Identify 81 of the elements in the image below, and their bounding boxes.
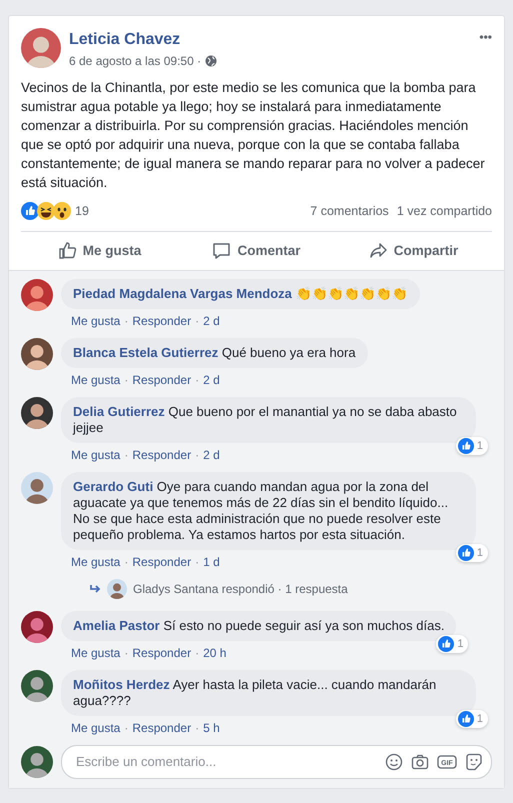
more-options-button[interactable]: ••• [479,28,492,70]
comment-like-link[interactable]: Me gusta [71,312,120,330]
separator: · [195,372,200,389]
comment-reply-link[interactable]: Responder [132,371,192,389]
like-count-badge: 1 [456,544,488,562]
surprised-reaction-icon [53,202,71,220]
avatar [21,746,53,778]
comment-reply-link[interactable]: Responder [132,553,192,571]
comment-reply-link[interactable]: Responder [132,719,192,737]
author-name[interactable]: Leticia Chavez [69,28,472,52]
separator: · [195,645,200,662]
comment-like-link[interactable]: Me gusta [71,719,120,737]
commenter-name[interactable]: Blanca Estela Gutierrez [73,345,218,360]
comment-text: Blanca Estela Gutierrez Qué bueno ya era hora [73,345,356,361]
speech-bubble-icon [212,241,232,260]
thumbs-up-icon [58,241,77,260]
comment-like-link[interactable]: Me gusta [71,446,120,464]
avatar [21,28,61,68]
separator: · [124,720,128,737]
share-arrow-icon [368,241,388,260]
avatar [107,579,127,599]
comment-button[interactable]: Comentar [178,232,335,270]
post-timestamp[interactable]: 6 de agosto a las 09:50 · [69,52,202,70]
comment-field[interactable]: Escribe un comentario... [74,751,385,773]
emoji-icon [385,753,403,771]
comment-time[interactable]: 5 h [203,719,220,737]
post-text: Vecinos de la Chinantla, por este medio se les comunica que la bomba para sumistrar agua potable ya llego; hoy se instalará para inmediatamente comenzar a distribuirla. Por su comprensión gracias. Haciéndoles mención que se optó por adquirir una nueva, porque con la que se contaba fallaba constantemente; de igual manera se mando reparar para no volver a padecer está situación. [20,79,486,192]
like-button[interactable]: Me gusta [21,232,178,270]
comment-time[interactable]: 1 d [203,553,220,571]
like-count-badge: 1 [456,710,488,728]
like-reaction-icon [458,545,474,561]
laughing-reaction-icon [37,202,55,220]
avatar [21,338,53,370]
replies-link[interactable]: Gladys Santana respondió · 1 respuesta [133,580,348,598]
like-reaction-icon [458,438,474,454]
like-reaction-icon [458,711,474,727]
avatar [21,397,53,429]
commenter-name[interactable]: Delia Gutierrez [73,404,165,419]
commenter-name[interactable]: Gerardo Guti [73,479,154,494]
commenter-name[interactable]: Moñitos Herdez [73,677,170,692]
separator: · [195,313,200,330]
reply-arrow-icon [89,584,101,594]
separator: · [124,313,128,330]
commenter-name[interactable]: Amelia Pastor [73,618,160,633]
separator: · [195,720,200,737]
comment-text: Moñitos Herdez Ayer hasta la pileta vacie... cuando mandarán agua???? [73,677,438,709]
comment-text: Gerardo Guti Oye para cuando mandan agua por la zona del aguacate ya que tenemos más de 22 días sin el bendito líquido... No se que hace esta administración que no puede resolver este pequeño problema. Ya estamos hartos por esta situación. [73,479,450,543]
comment-reply-link[interactable]: Responder [132,312,192,330]
commenter-name[interactable]: Piedad Magdalena Vargas Mendoza [73,286,292,301]
comment-text: Amelia Pastor Sí esto no puede seguir así ya son muchos días. [73,618,444,634]
separator: · [124,447,128,464]
like-count-badge: 1 [456,437,488,455]
comments-count[interactable]: 7 comentarios [310,202,389,221]
share-button[interactable]: Compartir [335,232,492,270]
comment-time[interactable]: 2 d [203,371,220,389]
separator: · [195,447,200,464]
comment-text: Piedad Magdalena Vargas Mendoza 👏👏👏👏👏👏👏 [73,286,408,302]
like-reaction-icon [21,202,39,220]
camera-icon [411,753,429,771]
comment-like-link[interactable]: Me gusta [71,553,120,571]
comment-text: Delia Gutierrez Que bueno por el manantial ya no se daba abasto jejjee [73,404,458,436]
comment-time[interactable]: 20 h [203,644,226,662]
comment-reply-link[interactable]: Responder [132,446,192,464]
avatar [21,611,53,643]
comment-time[interactable]: 2 d [203,446,220,464]
shares-count[interactable]: 1 vez compartido [396,202,492,221]
comment-like-link[interactable]: Me gusta [71,371,120,389]
separator: · [124,645,128,662]
avatar [21,472,53,504]
comment-time[interactable]: 2 d [203,312,220,330]
sticker-icon [465,753,483,771]
separator: · [195,554,200,571]
reaction-count[interactable]: 19 [75,202,89,221]
like-reaction-icon [438,636,454,652]
avatar [21,670,53,702]
avatar [21,279,53,311]
separator: · [124,372,128,389]
comment-like-link[interactable]: Me gusta [71,644,120,662]
separator: · [124,554,128,571]
like-count-badge: 1 [436,635,468,653]
comment-reply-link[interactable]: Responder [132,644,192,662]
